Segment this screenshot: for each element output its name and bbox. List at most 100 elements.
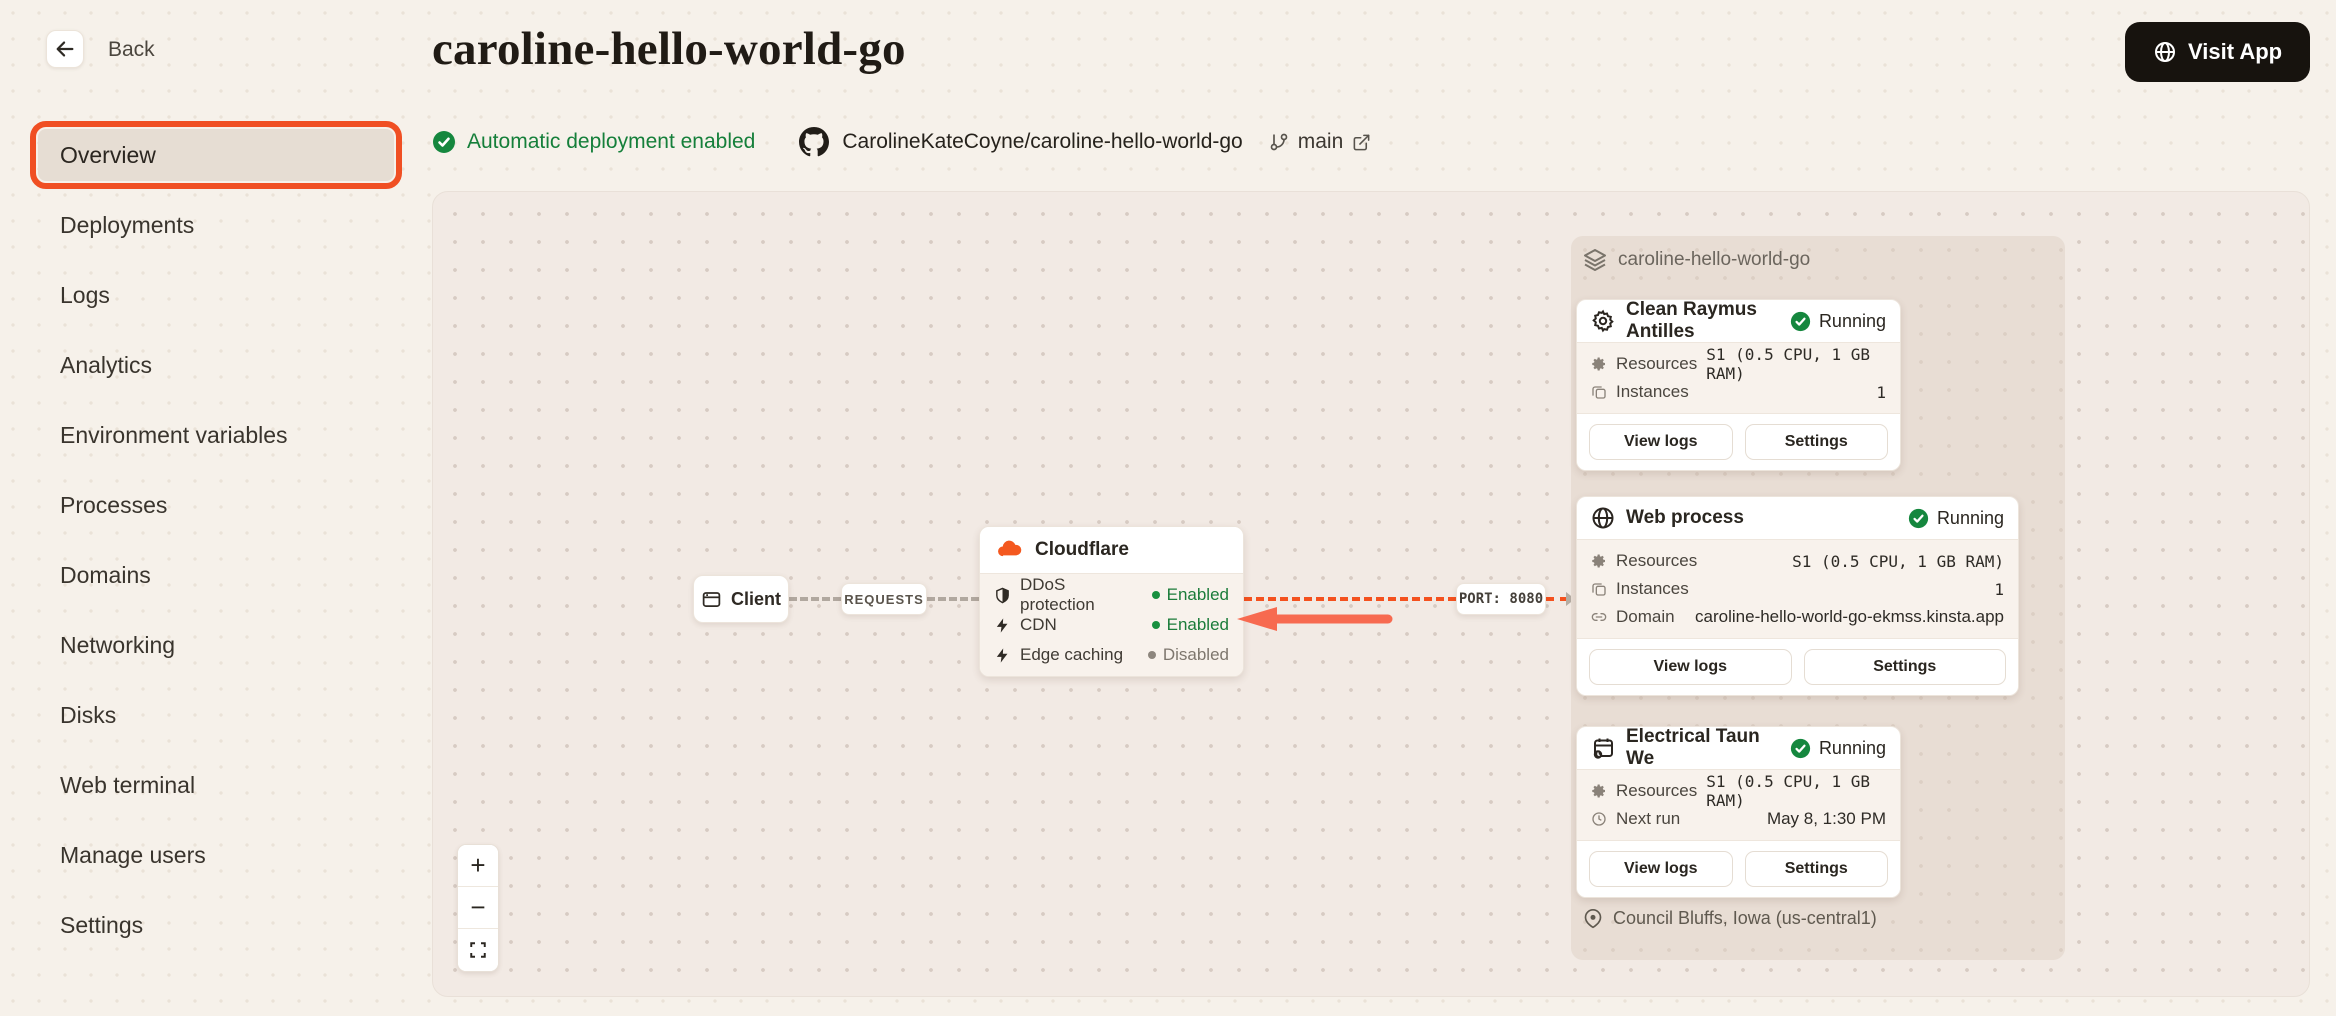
zoom-out-button[interactable]: − [458, 887, 498, 929]
feature-row-edge-caching: Edge caching Disabled [994, 640, 1229, 670]
process-card-actions: View logs Settings [1577, 639, 2018, 695]
status-text: Running [1819, 311, 1886, 332]
sidebar-item-disks[interactable]: Disks [38, 689, 394, 741]
instances-row: Instances 1 [1591, 575, 2004, 603]
clock-icon [1591, 811, 1607, 827]
row-value: 1 [1994, 580, 2004, 599]
sidebar-item-label: Manage users [60, 842, 206, 869]
resources-row: Resources S1 (0.5 CPU, 1 GB RAM) [1591, 547, 2004, 575]
location-label: Council Bluffs, Iowa (us-central1) [1613, 908, 1877, 929]
repo-name: CarolineKateCoyne/caroline-hello-world-g… [842, 130, 1242, 154]
back-button[interactable] [46, 30, 84, 68]
sidebar-item-domains[interactable]: Domains [38, 549, 394, 601]
process-title: Web process [1626, 507, 1744, 529]
process-card-cron: Electrical Taun We Running Resources S1 … [1576, 726, 1901, 898]
row-label: Instances [1616, 579, 1689, 599]
process-card-actions: View logs Settings [1577, 841, 1900, 897]
cloudflare-header: Cloudflare [980, 527, 1243, 573]
status-text: Running [1819, 738, 1886, 759]
row-label: Next run [1616, 809, 1680, 829]
fit-view-button[interactable] [458, 929, 498, 971]
gear-icon [1591, 309, 1615, 333]
sidebar-item-logs[interactable]: Logs [38, 269, 394, 321]
link-icon [1591, 609, 1607, 625]
visit-app-button[interactable]: Visit App [2125, 22, 2310, 82]
sidebar-item-label: Networking [60, 632, 175, 659]
process-card-body: Resources S1 (0.5 CPU, 1 GB RAM) Instanc… [1577, 539, 2018, 639]
feature-status: Enabled [1152, 585, 1229, 605]
cloudflare-node: Cloudflare DDoS protection Enabled CDN E… [979, 526, 1244, 677]
status-text: Running [1937, 508, 2004, 529]
sidebar-item-analytics[interactable]: Analytics [38, 339, 394, 391]
github-repo-link[interactable]: CarolineKateCoyne/caroline-hello-world-g… [799, 127, 1242, 157]
client-label: Client [731, 589, 781, 610]
view-logs-button[interactable]: View logs [1589, 424, 1733, 460]
sidebar-item-manage-users[interactable]: Manage users [38, 829, 394, 881]
zoom-in-button[interactable]: + [458, 845, 498, 887]
bolt-icon [994, 617, 1011, 634]
topology-canvas[interactable]: caroline-hello-world-go Client REQUESTS … [432, 191, 2310, 997]
process-title: Clean Raymus Antilles [1626, 299, 1779, 343]
back-label: Back [108, 38, 155, 62]
status-dot [1148, 651, 1156, 659]
git-branch-icon [1269, 132, 1289, 152]
feature-label: DDoS protection [1020, 575, 1143, 615]
client-node: Client [693, 575, 789, 623]
row-value: May 8, 1:30 PM [1767, 809, 1886, 829]
connector-client-requests [789, 597, 841, 601]
check-circle-icon [1790, 738, 1811, 759]
page-title: caroline-hello-world-go [432, 22, 906, 76]
settings-button[interactable]: Settings [1745, 424, 1889, 460]
resources-row: Resources S1 (0.5 CPU, 1 GB RAM) [1591, 350, 1886, 378]
feature-status: Disabled [1148, 645, 1229, 665]
canvas-zoom-controls: + − [457, 844, 499, 972]
sidebar-item-networking[interactable]: Networking [38, 619, 394, 671]
app-group-name: caroline-hello-world-go [1618, 249, 1810, 271]
sidebar-item-label: Overview [60, 142, 156, 169]
requests-edge-label: REQUESTS [841, 583, 927, 615]
running-badge: Running [1790, 311, 1886, 332]
deployment-status-label: Automatic deployment enabled [467, 130, 755, 154]
status-dot [1152, 621, 1160, 629]
view-logs-button[interactable]: View logs [1589, 649, 1792, 685]
resources-row: Resources S1 (0.5 CPU, 1 GB RAM) [1591, 777, 1886, 805]
map-pin-icon [1583, 909, 1603, 929]
github-icon [799, 127, 829, 157]
annotation-arrow [1233, 604, 1395, 634]
sidebar-item-environment-variables[interactable]: Environment variables [38, 409, 394, 461]
sidebar-item-overview[interactable]: Overview [38, 129, 394, 181]
visit-app-label: Visit App [2188, 39, 2282, 65]
cloudflare-title: Cloudflare [1035, 539, 1129, 561]
row-value: S1 (0.5 CPU, 1 GB RAM) [1706, 772, 1886, 810]
external-link-icon [1352, 133, 1371, 152]
settings-button[interactable]: Settings [1745, 851, 1889, 887]
resources-gear-icon [1591, 356, 1607, 372]
sidebar-item-label: Disks [60, 702, 116, 729]
sidebar-item-settings[interactable]: Settings [38, 899, 394, 951]
status-bar: Automatic deployment enabled CarolineKat… [432, 126, 1371, 158]
row-value: S1 (0.5 CPU, 1 GB RAM) [1706, 345, 1886, 383]
settings-button[interactable]: Settings [1804, 649, 2007, 685]
row-value: S1 (0.5 CPU, 1 GB RAM) [1792, 552, 2004, 571]
feature-label: CDN [1020, 615, 1057, 635]
arrow-left-icon [54, 38, 76, 60]
port-edge-label: PORT: 8080 [1456, 583, 1546, 615]
branch-link[interactable]: main [1269, 130, 1372, 154]
view-logs-button[interactable]: View logs [1589, 851, 1733, 887]
row-value: 1 [1876, 383, 1886, 402]
sidebar-item-label: Analytics [60, 352, 152, 379]
cloudflare-features: DDoS protection Enabled CDN Enabled Edge… [980, 573, 1243, 676]
row-label: Resources [1616, 354, 1697, 374]
shield-icon [994, 587, 1011, 604]
row-value: caroline-hello-world-go-ekmss.kinsta.app [1695, 607, 2004, 627]
process-card-header: Web process Running [1577, 497, 2018, 539]
row-label: Domain [1616, 607, 1675, 627]
sidebar-item-deployments[interactable]: Deployments [38, 199, 394, 251]
sidebar-item-processes[interactable]: Processes [38, 479, 394, 531]
running-badge: Running [1908, 508, 2004, 529]
fit-view-icon [469, 941, 487, 959]
sidebar-item-label: Processes [60, 492, 167, 519]
resources-gear-icon [1591, 553, 1607, 569]
browser-icon [701, 589, 722, 610]
sidebar-item-web-terminal[interactable]: Web terminal [38, 759, 394, 811]
